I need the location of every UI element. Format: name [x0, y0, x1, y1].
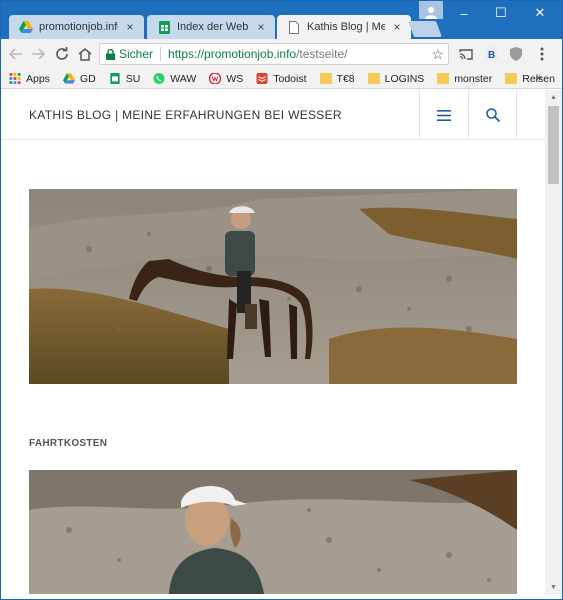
site-title[interactable]: KATHIS BLOG | MEINE ERFAHRUNGEN BEI WESS…: [29, 108, 342, 122]
bookmark-star-icon[interactable]: ☆: [431, 46, 444, 63]
bookmark-waw[interactable]: WAW: [153, 73, 196, 85]
menu-button[interactable]: [533, 45, 551, 63]
arrow-left-icon: [9, 48, 22, 60]
hamburger-menu-icon: [437, 109, 451, 121]
section-heading-fahrtkosten: FAHRTKOSTEN: [29, 438, 108, 449]
new-tab-button[interactable]: [408, 21, 442, 37]
blog-photo-portrait: [29, 470, 517, 594]
browser-window: promotionjob.info × Index der Webseite ×…: [0, 0, 563, 600]
site-header: KATHIS BLOG | MEINE ERFAHRUNGEN BEI WESS…: [1, 90, 545, 140]
bookmark-su[interactable]: SU: [109, 73, 140, 85]
browser-toolbar: Sicher https://promotionjob.info/testsei…: [1, 39, 562, 69]
bookmark-ws[interactable]: WS: [209, 73, 243, 85]
extension-button[interactable]: B: [483, 45, 501, 63]
cast-button[interactable]: [457, 45, 475, 63]
arrow-right-icon: [32, 48, 45, 60]
ws-icon: [209, 73, 222, 84]
drive-icon: [19, 20, 33, 34]
folder-icon: [505, 73, 518, 84]
page-icon: [287, 20, 301, 34]
tab-strip: promotionjob.info × Index der Webseite ×…: [1, 1, 562, 39]
minimize-button[interactable]: –: [447, 1, 481, 25]
bookmarks-overflow-button[interactable]: »: [536, 72, 542, 84]
bookmark-folder-logins[interactable]: LOGINS: [367, 73, 424, 85]
bookmark-gd[interactable]: GD: [62, 73, 96, 85]
folder-icon: [437, 73, 450, 84]
user-icon: [425, 7, 437, 19]
extension-button-2[interactable]: [507, 45, 525, 63]
close-icon[interactable]: ×: [391, 20, 403, 34]
cast-icon: [459, 48, 473, 60]
url-path: /testseite/: [296, 47, 348, 61]
tab-kathis-blog[interactable]: Kathis Blog | Meine ×: [277, 15, 411, 39]
tab-index[interactable]: Index der Webseite ×: [147, 15, 275, 39]
more-vertical-icon: [540, 47, 544, 61]
scroll-down-arrow-icon[interactable]: ▼: [545, 580, 562, 594]
home-icon: [78, 47, 92, 61]
menu-toggle-button[interactable]: [420, 90, 468, 140]
url-host: https://promotionjob.info: [168, 47, 297, 61]
sheets-icon: [110, 73, 120, 84]
bookmark-folder-t8[interactable]: T€8: [319, 73, 355, 85]
folder-icon: [319, 73, 332, 84]
reload-button[interactable]: [53, 45, 71, 63]
secure-label: Sicher: [119, 47, 154, 61]
scrollbar-thumb[interactable]: [548, 106, 559, 184]
whatsapp-icon: [153, 73, 165, 84]
page-viewport: KATHIS BLOG | MEINE ERFAHRUNGEN BEI WESS…: [1, 90, 545, 594]
tab-promotionjob[interactable]: promotionjob.info ×: [9, 15, 144, 39]
extension-b-icon: B: [485, 47, 499, 61]
shield-icon: [510, 47, 522, 61]
maximize-button[interactable]: ☐: [484, 1, 518, 25]
bookmark-folder-reisen[interactable]: Reisen: [505, 73, 555, 85]
close-window-button[interactable]: ✕: [523, 1, 557, 25]
header-divider: [516, 90, 517, 140]
search-icon: [486, 108, 500, 122]
page-scrollbar[interactable]: ▲ ▼: [545, 90, 562, 594]
back-button[interactable]: [7, 45, 25, 63]
apps-grid-icon: [9, 73, 21, 84]
search-button[interactable]: [469, 90, 517, 140]
lock-icon: [106, 48, 115, 60]
bookmark-apps[interactable]: Apps: [9, 73, 50, 85]
bookmarks-bar: Apps GD SU WAW WS Todoist T€8 LOGINS mon…: [1, 69, 562, 89]
bookmark-folder-monster[interactable]: monster: [437, 73, 492, 85]
scroll-up-arrow-icon[interactable]: ▲: [545, 90, 562, 104]
drive-icon: [62, 73, 75, 84]
home-button[interactable]: [76, 45, 94, 63]
sheets-icon: [157, 20, 171, 34]
bookmark-todoist[interactable]: Todoist: [256, 73, 307, 85]
forward-button[interactable]: [29, 45, 47, 63]
address-bar[interactable]: Sicher https://promotionjob.info/testsei…: [99, 43, 449, 65]
user-profile-button[interactable]: [419, 1, 443, 19]
svg-text:B: B: [488, 50, 495, 61]
reload-icon: [56, 47, 68, 60]
todoist-icon: [256, 73, 268, 84]
blog-photo-horse-rider: [29, 189, 517, 384]
omnibox-divider: [160, 47, 162, 61]
close-icon[interactable]: ×: [255, 20, 267, 34]
close-icon[interactable]: ×: [124, 20, 136, 34]
folder-icon: [367, 73, 380, 84]
